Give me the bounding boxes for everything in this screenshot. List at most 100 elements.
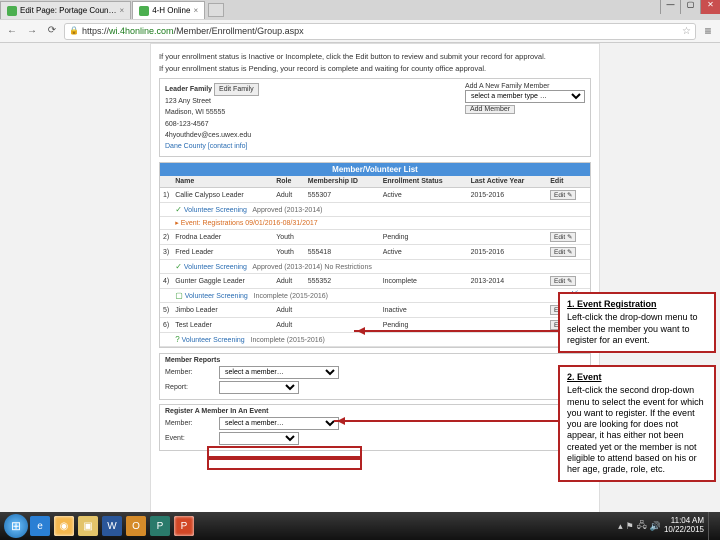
callout-1: 1. Event Registration Left-click the dro…: [558, 292, 716, 353]
tab-label: Edit Page: Portage Coun…: [20, 6, 117, 15]
taskbar-powerpoint-icon[interactable]: P: [174, 516, 194, 536]
browser-toolbar: ← → ⟳ 🔒 https://wi.4honline.com/Member/E…: [0, 20, 720, 42]
register-member-label: Member:: [165, 420, 215, 427]
family-email: 4hyouthdev@ces.uwex.edu: [165, 130, 259, 141]
reports-member-select[interactable]: select a member…: [219, 366, 339, 379]
main-panel: If your enrollment status is Inactive or…: [150, 43, 600, 513]
favicon-icon: [139, 6, 149, 16]
edit-button[interactable]: Edit ✎: [550, 190, 576, 200]
taskbar-outlook-icon[interactable]: O: [126, 516, 146, 536]
tray-network-icon[interactable]: 🖧: [637, 518, 647, 534]
family-address: 123 Any Street: [165, 96, 259, 107]
table-row: 3)Fred LeaderYouth555418Active2015-2016E…: [160, 245, 590, 260]
add-member-button[interactable]: Add Member: [465, 105, 515, 114]
info-text: If your enrollment status is Pending, yo…: [159, 64, 591, 73]
lock-icon: 🔒: [69, 26, 79, 36]
chrome-menu-button[interactable]: ≡: [700, 23, 716, 39]
taskbar-chrome-icon[interactable]: ◉: [54, 516, 74, 536]
tray-chevron-icon[interactable]: ▴: [618, 521, 623, 532]
member-list-header: Member/Volunteer List: [160, 163, 590, 176]
taskbar-explorer-icon[interactable]: ▣: [78, 516, 98, 536]
member-table: Name Role Membership ID Enrollment Statu…: [160, 176, 590, 347]
table-row: 2)Frodna LeaderYouthPendingEdit ✎: [160, 230, 590, 245]
register-event-label: Event:: [165, 435, 215, 442]
new-tab-button[interactable]: [208, 3, 224, 17]
col-role: Role: [273, 176, 305, 188]
register-member-select[interactable]: select a member…: [219, 417, 339, 430]
favicon-icon: [7, 6, 17, 16]
register-event-select[interactable]: [219, 432, 299, 445]
taskbar-ie-icon[interactable]: e: [30, 516, 50, 536]
callout-2: 2. Event Left-click the second drop-down…: [558, 365, 716, 482]
address-bar[interactable]: 🔒 https://wi.4honline.com/Member/Enrollm…: [64, 23, 696, 40]
back-button[interactable]: ←: [4, 23, 20, 39]
info-text: If your enrollment status is Inactive or…: [159, 52, 591, 61]
taskbar-publisher-icon[interactable]: P: [150, 516, 170, 536]
member-type-select[interactable]: select a member type …: [465, 90, 585, 103]
forward-button[interactable]: →: [24, 23, 40, 39]
taskbar-word-icon[interactable]: W: [102, 516, 122, 536]
add-member-label: Add A New Family Member: [465, 83, 585, 90]
url-text: https://wi.4honline.com/Member/Enrollmen…: [82, 26, 304, 36]
table-header-row: Name Role Membership ID Enrollment Statu…: [160, 176, 590, 188]
reload-button[interactable]: ⟳: [44, 23, 60, 39]
taskbar: ⊞ e ◉ ▣ W O P P ▴ ⚑ 🖧 🔊 11:04 AM 10/22/2…: [0, 512, 720, 540]
reports-member-label: Member:: [165, 369, 215, 376]
edit-button[interactable]: Edit ✎: [550, 232, 576, 242]
clock-date: 10/22/2015: [664, 526, 704, 535]
table-row: ✓ Volunteer Screening Approved (2013-201…: [160, 203, 590, 217]
col-name: Name: [172, 176, 273, 188]
edit-button[interactable]: Edit ✎: [550, 247, 576, 257]
tab-close-icon[interactable]: ×: [193, 6, 198, 15]
arrow-icon: [334, 420, 560, 422]
add-family-member: Add A New Family Member select a member …: [465, 83, 585, 152]
col-id: Membership ID: [305, 176, 380, 188]
browser-tab[interactable]: Edit Page: Portage Coun… ×: [0, 1, 131, 19]
family-county: Dane County: [165, 143, 206, 150]
member-list-box: Member/Volunteer List Name Role Membersh…: [159, 162, 591, 348]
callout-body: Left-click the second drop-down menu to …: [567, 385, 704, 474]
edit-button[interactable]: Edit ✎: [550, 276, 576, 286]
system-tray: ▴ ⚑ 🖧 🔊 11:04 AM 10/22/2015: [618, 517, 704, 535]
callout-title: 1. Event Registration: [567, 299, 707, 310]
bookmark-icon[interactable]: ☆: [682, 26, 691, 37]
tab-close-icon[interactable]: ×: [120, 6, 125, 15]
browser-chrome: Edit Page: Portage Coun… × 4-H Online × …: [0, 0, 720, 43]
start-button[interactable]: ⊞: [4, 514, 28, 538]
table-row: ? Volunteer Screening Incomplete (2015-2…: [160, 333, 590, 347]
table-row: ✓ Volunteer Screening Approved (2013-201…: [160, 260, 590, 274]
callout-body: Left-click the drop-down menu to select …: [567, 312, 698, 345]
table-row: ▸ Event: Registrations 09/01/2016-08/31/…: [160, 217, 590, 230]
table-row: 5)Jimbo LeaderAdultInactiveEdit ✎: [160, 303, 590, 318]
edit-family-button[interactable]: Edit Family: [214, 83, 259, 96]
tray-volume-icon[interactable]: 🔊: [650, 521, 661, 532]
col-edit: Edit: [547, 176, 590, 188]
reports-report-label: Report:: [165, 384, 215, 391]
browser-tab-active[interactable]: 4-H Online ×: [132, 1, 205, 19]
col-year: Last Active Year: [468, 176, 548, 188]
family-info: Leader Family Edit Family 123 Any Street…: [165, 83, 259, 152]
window-min-button[interactable]: —: [660, 0, 680, 14]
family-phone: 608-123-4567: [165, 119, 259, 130]
family-box: Leader Family Edit Family 123 Any Street…: [159, 78, 591, 157]
col-num: [160, 176, 172, 188]
show-desktop-button[interactable]: [708, 512, 716, 540]
register-title: Register A Member In An Event: [165, 408, 268, 415]
arrow-icon: [354, 330, 560, 332]
table-row: ▢ Volunteer Screening Incomplete (2015-2…: [160, 289, 590, 303]
contact-info-link[interactable]: [contact info]: [208, 143, 248, 150]
reports-title: Member Reports: [165, 357, 220, 364]
member-reports-section: Member Reports Member: select a member… …: [159, 353, 591, 400]
tray-flag-icon[interactable]: ⚑: [626, 521, 634, 532]
window-max-button[interactable]: ▢: [680, 0, 700, 14]
col-status: Enrollment Status: [380, 176, 468, 188]
family-address2: Madison, WI 55555: [165, 107, 259, 118]
table-row: 1)Callie Calypso LeaderAdult555307Active…: [160, 188, 590, 203]
table-row: 4)Gunter Gaggle LeaderAdult555352Incompl…: [160, 274, 590, 289]
reports-report-select[interactable]: [219, 381, 299, 394]
family-name: Leader Family: [165, 86, 212, 93]
register-event-section: Register A Member In An Event Member: se…: [159, 404, 591, 451]
taskbar-clock[interactable]: 11:04 AM 10/22/2015: [664, 517, 704, 535]
window-close-button[interactable]: ✕: [700, 0, 720, 14]
callout-title: 2. Event: [567, 372, 707, 383]
